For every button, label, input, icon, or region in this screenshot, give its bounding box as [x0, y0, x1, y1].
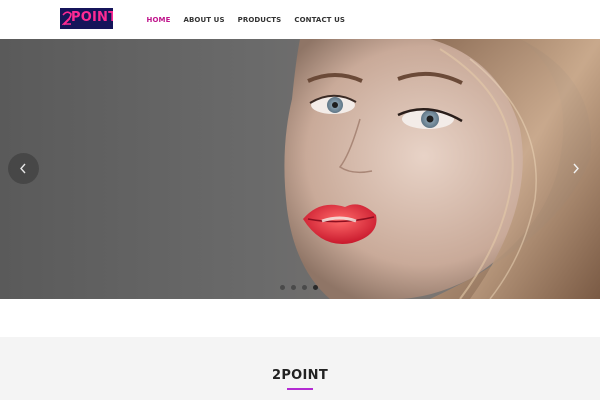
nav-item-contact-us[interactable]: CONTACT US [294, 16, 345, 24]
nav-item-products[interactable]: PRODUCTS [238, 16, 282, 24]
slider-prev-button[interactable] [8, 153, 39, 184]
slider-pagination [280, 285, 324, 291]
logo-text: POINT [71, 10, 113, 25]
slider-dot-3[interactable] [302, 285, 307, 290]
nav-item-home[interactable]: HOME [147, 16, 171, 24]
slider-dot-1[interactable] [280, 285, 285, 290]
section-title-underline [287, 388, 313, 390]
brand-logo[interactable]: POINT [60, 8, 113, 29]
slider-dot-4[interactable] [313, 285, 318, 290]
nav-item-about-us[interactable]: ABOUT US [183, 16, 224, 24]
chevron-left-icon [20, 163, 26, 174]
hero-image [0, 39, 600, 299]
slider-next-button[interactable] [562, 153, 593, 184]
site-header: POINT HOME ABOUT US PRODUCTS CONTACT US [0, 0, 600, 39]
hero-slider [0, 39, 600, 299]
section-spacer [0, 299, 600, 337]
section-title: 2POINT [271, 368, 328, 383]
main-nav: HOME ABOUT US PRODUCTS CONTACT US [140, 0, 352, 39]
slider-dot-2[interactable] [291, 285, 296, 290]
chevron-right-icon [573, 163, 579, 174]
intro-section: 2POINT [0, 337, 600, 400]
